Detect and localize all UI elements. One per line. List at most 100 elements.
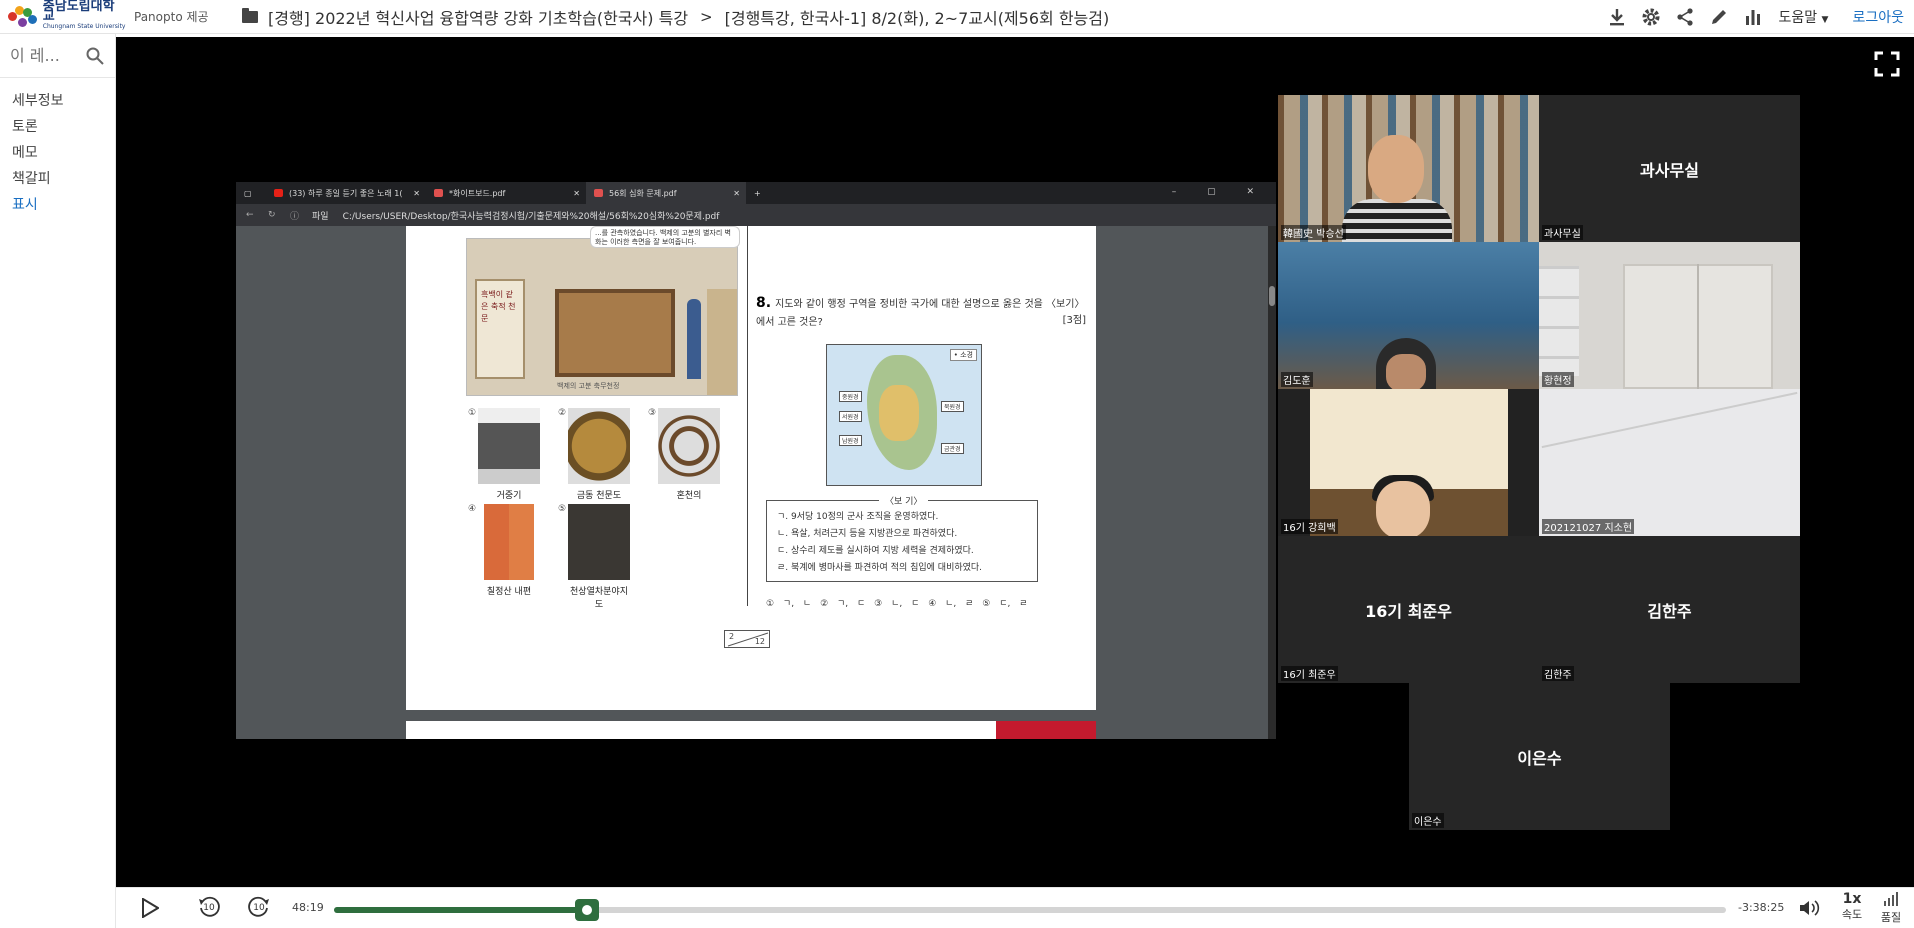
korea-map: • 소경 중원경 서원경 남원경 북원경 금관경	[826, 344, 982, 486]
question-points: [3점]	[1062, 315, 1086, 326]
tab-actions-icon[interactable]: ▢	[236, 182, 266, 204]
share-icon[interactable]	[1668, 0, 1702, 34]
participant-label: 이은수	[1412, 813, 1444, 828]
left-sidebar: 세부정보 토론 메모 책갈피 표시	[0, 34, 116, 928]
info-icon: ⓘ	[290, 211, 300, 222]
sidebar-item-bookmarks[interactable]: 책갈피	[0, 164, 115, 190]
participant-label: 김도훈	[1281, 372, 1313, 387]
question-number: 8.	[756, 295, 772, 311]
logout-link[interactable]: 로그아웃	[1852, 7, 1904, 27]
bogi-item: ㄱ. 9서당 10정의 군사 조직을 운영하였다.	[777, 512, 939, 522]
sidebar-item-notes[interactable]: 메모	[0, 138, 115, 164]
search-icon[interactable]	[86, 47, 104, 65]
participant-tile: 202121027 지소현	[1539, 389, 1800, 536]
tab-close-icon[interactable]: ✕	[733, 189, 740, 198]
page-number-box: 2 12	[724, 630, 770, 648]
progress-slider[interactable]	[334, 899, 1726, 921]
browser-tab-strip: ▢ (33) 하루 종일 듣기 좋은 노래 1(✕ *화이트보드.pdf ✕ 56…	[236, 182, 1276, 204]
remaining-time: -3:38:25	[1738, 901, 1785, 914]
play-icon[interactable]	[136, 894, 164, 922]
participant-name: 16기 최준우	[1365, 601, 1452, 621]
participant-label: 김한주	[1542, 666, 1574, 681]
speed-value: 1x	[1842, 891, 1862, 907]
download-icon[interactable]	[1600, 0, 1634, 34]
pdf-favicon-icon	[434, 189, 443, 197]
address-scheme-label: 파일	[312, 211, 329, 222]
new-tab-plus-icon[interactable]: +	[746, 182, 770, 204]
pdf-scrollbar[interactable]	[1268, 226, 1276, 739]
option-4: ④ 칠정산 내편	[468, 504, 542, 597]
pdf-next-page	[406, 721, 1096, 739]
participant-tile: 16기 강희백	[1278, 389, 1539, 536]
bogi-item: ㄹ. 북계에 병마사를 파견하여 적의 침입에 대비하였다.	[777, 563, 983, 573]
map-label: 서원경	[839, 411, 862, 422]
museum-illustration: 흑백이 같은 축적 천문 백제의 고분 축무천정	[466, 238, 738, 396]
video-player[interactable]: ▢ (33) 하루 종일 듣기 좋은 노래 1(✕ *화이트보드.pdf ✕ 56…	[116, 37, 1914, 887]
logo-text-en: Chungnam State University	[42, 22, 126, 30]
map-label: 북원경	[941, 401, 964, 412]
tab-whiteboard-pdf[interactable]: *화이트보드.pdf ✕	[426, 182, 586, 204]
illustration-caption: 백제의 고분 축무천정	[557, 382, 620, 390]
rewind-10-button[interactable]: 10	[194, 894, 224, 922]
question-text: 지도와 같이 행정 구역을 정비한 국가에 대한 설명으로 옳은 것을 〈보기〉…	[756, 299, 1085, 328]
stats-chart-icon[interactable]	[1736, 0, 1770, 34]
caret-down-icon: ▼	[1821, 15, 1829, 25]
settings-gear-icon[interactable]	[1634, 0, 1668, 34]
university-logo[interactable]: 충남도립대학교 Chungnam State University	[6, 0, 126, 32]
tab-exam-pdf[interactable]: 56회 심화 문제.pdf ✕	[586, 182, 746, 204]
participant-name: 이은수	[1517, 748, 1562, 768]
back-arrow-icon[interactable]: ←	[246, 210, 260, 220]
column-divider	[747, 226, 748, 606]
option-image	[478, 504, 540, 580]
map-legend: • 소경	[949, 349, 977, 361]
address-url[interactable]: C:/Users/USER/Desktop/한국사능력검정시험/기출문제와%20…	[343, 209, 720, 222]
window-controls[interactable]: – ▢ ✕	[1172, 187, 1268, 197]
quality-button[interactable]: 품질	[1876, 892, 1906, 925]
tab-close-icon[interactable]: ✕	[573, 189, 580, 198]
search-input[interactable]	[10, 46, 80, 65]
breadcrumb-folder-link[interactable]: [경행] 2022년 혁신사업 융합역량 강화 기초학습(한국사) 특강	[268, 5, 688, 29]
volume-icon[interactable]	[1796, 894, 1824, 922]
map-label: 중원경	[839, 391, 862, 402]
sidebar-nav: 세부정보 토론 메모 책갈피 표시	[0, 86, 115, 216]
bogi-item: ㄷ. 상수리 제도를 실시하여 지방 세력을 견제하였다.	[777, 546, 974, 556]
participant-tile: 과사무실 과사무실	[1539, 95, 1800, 242]
sidebar-item-display[interactable]: 표시	[0, 190, 115, 216]
bogi-box: 〈보 기〉 ㄱ. 9서당 10정의 군사 조직을 운영하였다. ㄴ. 욕살, 처…	[766, 494, 1038, 582]
sidebar-item-discussion[interactable]: 토론	[0, 112, 115, 138]
chevron-right-icon: >	[700, 7, 713, 26]
reload-icon[interactable]: ↻	[268, 210, 282, 220]
speed-button[interactable]: 1x 속도	[1832, 892, 1872, 922]
participant-tile: 김도훈	[1278, 242, 1539, 389]
top-bar: 충남도립대학교 Chungnam State University Panopt…	[0, 0, 1914, 34]
star-map-board	[555, 289, 675, 377]
fullscreen-icon[interactable]	[1874, 51, 1900, 77]
participant-tile: 황현정	[1539, 242, 1800, 389]
bogi-title: 〈보 기〉	[879, 494, 929, 511]
option-3: ③ 혼천의	[648, 408, 722, 501]
participant-label: 과사무실	[1542, 225, 1583, 240]
forward-10-button[interactable]: 10	[244, 894, 274, 922]
tab-close-icon[interactable]: ✕	[413, 189, 420, 198]
pdf-viewer[interactable]: 흑백이 같은 축적 천문 백제의 고분 축무천정 ...를 관측하였습니다. 백…	[236, 226, 1276, 739]
bogi-item: ㄴ. 욕살, 처려근지 등을 지방관으로 파견하였다.	[777, 529, 958, 539]
map-label: 금관경	[941, 443, 964, 454]
docent-figure	[687, 299, 701, 379]
participant-tile: 16기 최준우 16기 최준우	[1278, 536, 1539, 683]
map-label: 남원경	[839, 435, 862, 446]
option-image	[658, 408, 720, 484]
help-menu-button[interactable]: 도움말 ▼	[1778, 7, 1828, 27]
sidebar-item-details[interactable]: 세부정보	[0, 86, 115, 112]
participant-label: 16기 최준우	[1281, 666, 1338, 681]
illustration-panel: 흑백이 같은 축적 천문	[475, 279, 525, 379]
speed-label: 속도	[1841, 908, 1863, 921]
progress-handle[interactable]	[575, 899, 599, 921]
edit-pencil-icon[interactable]	[1702, 0, 1736, 34]
tab-youtube[interactable]: (33) 하루 종일 듣기 좋은 노래 1(✕	[266, 182, 426, 204]
option-image	[478, 408, 540, 484]
breadcrumb: [경행] 2022년 혁신사업 융합역량 강화 기초학습(한국사) 특강 > […	[242, 5, 1109, 29]
elapsed-time: 48:19	[292, 901, 324, 914]
provider-label: Panopto 제공	[134, 10, 209, 24]
option-image	[568, 504, 630, 580]
participant-name: 과사무실	[1640, 160, 1699, 180]
